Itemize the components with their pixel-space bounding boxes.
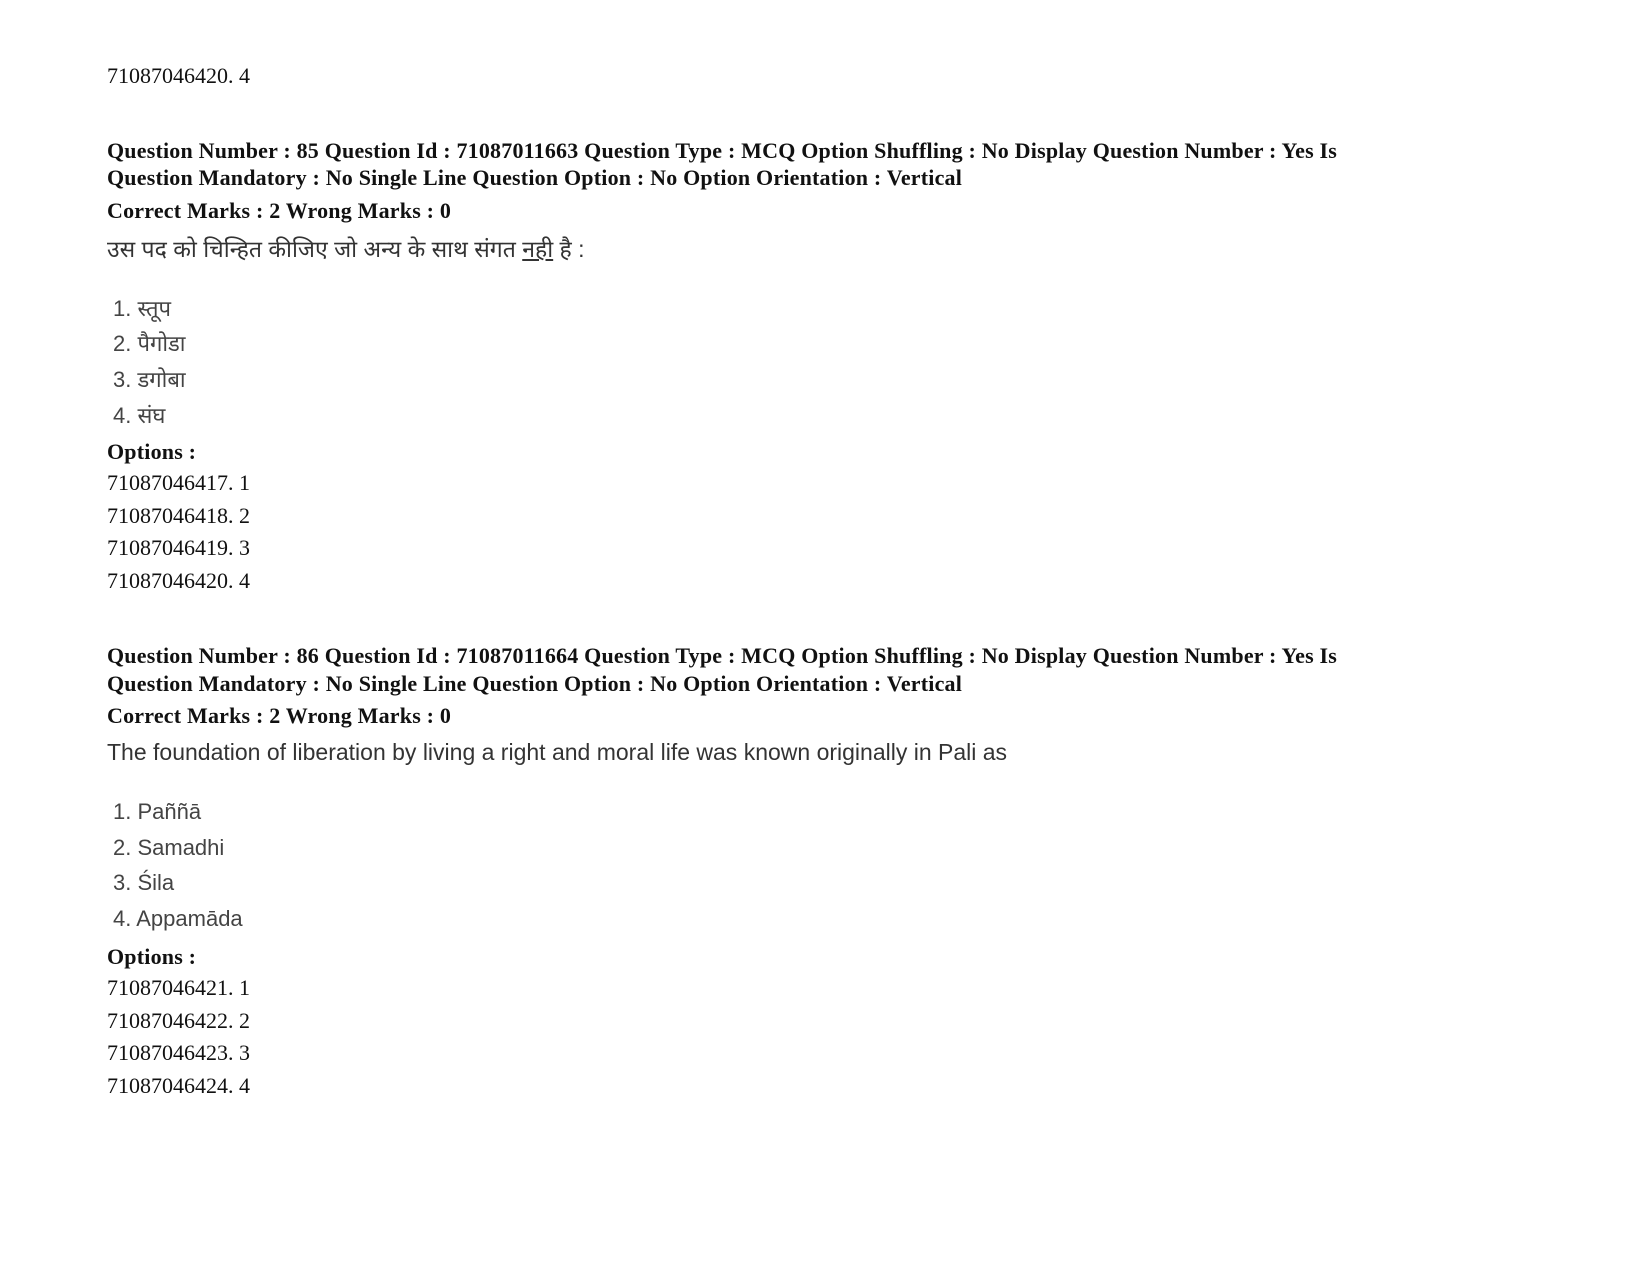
- choice-item: 2. Samadhi: [113, 835, 225, 860]
- previous-option-tail: 71087046420. 4: [107, 63, 250, 88]
- question-meta-line2: Question Mandatory : No Single Line Ques…: [107, 671, 963, 696]
- option-id-item: 71087046420. 4: [107, 568, 250, 593]
- option-id-item: 71087046418. 2: [107, 503, 250, 528]
- question-text-emphasis: नही: [522, 236, 554, 262]
- options-label: Options :: [107, 944, 197, 969]
- question-text: उस पद को चिन्हित कीजिए जो अन्य के साथ सं…: [107, 232, 585, 264]
- choice-item: 2. पैगोडा: [113, 331, 186, 356]
- option-id-item: 71087046422. 2: [107, 1008, 250, 1033]
- question-meta-line1: Question Number : 85 Question Id : 71087…: [107, 138, 1338, 163]
- choice-item: 1. Paññā: [113, 799, 202, 824]
- choice-item: 4. Appamāda: [113, 906, 243, 931]
- option-id-item: 71087046417. 1: [107, 470, 250, 495]
- question-meta-line2: Question Mandatory : No Single Line Ques…: [107, 165, 963, 190]
- choice-item: 3. Śila: [113, 870, 175, 895]
- question-text-end: है :: [553, 236, 585, 262]
- choice-item: 4. संघ: [113, 403, 166, 428]
- question-marks: Correct Marks : 2 Wrong Marks : 0: [107, 198, 452, 223]
- option-id-item: 71087046424. 4: [107, 1073, 250, 1098]
- question-text: The foundation of liberation by living a…: [107, 739, 1008, 765]
- choice-item: 3. डगोबा: [113, 367, 186, 392]
- option-id-item: 71087046419. 3: [107, 535, 250, 560]
- option-id-item: 71087046421. 1: [107, 975, 250, 1000]
- question-text-start: उस पद को चिन्हित कीजिए जो अन्य के साथ सं…: [107, 236, 523, 262]
- question-meta-line1: Question Number : 86 Question Id : 71087…: [107, 643, 1338, 668]
- option-id-item: 71087046423. 3: [107, 1040, 250, 1065]
- choice-item: 1. स्तूप: [113, 296, 172, 321]
- options-label: Options :: [107, 439, 197, 464]
- question-marks: Correct Marks : 2 Wrong Marks : 0: [107, 703, 452, 728]
